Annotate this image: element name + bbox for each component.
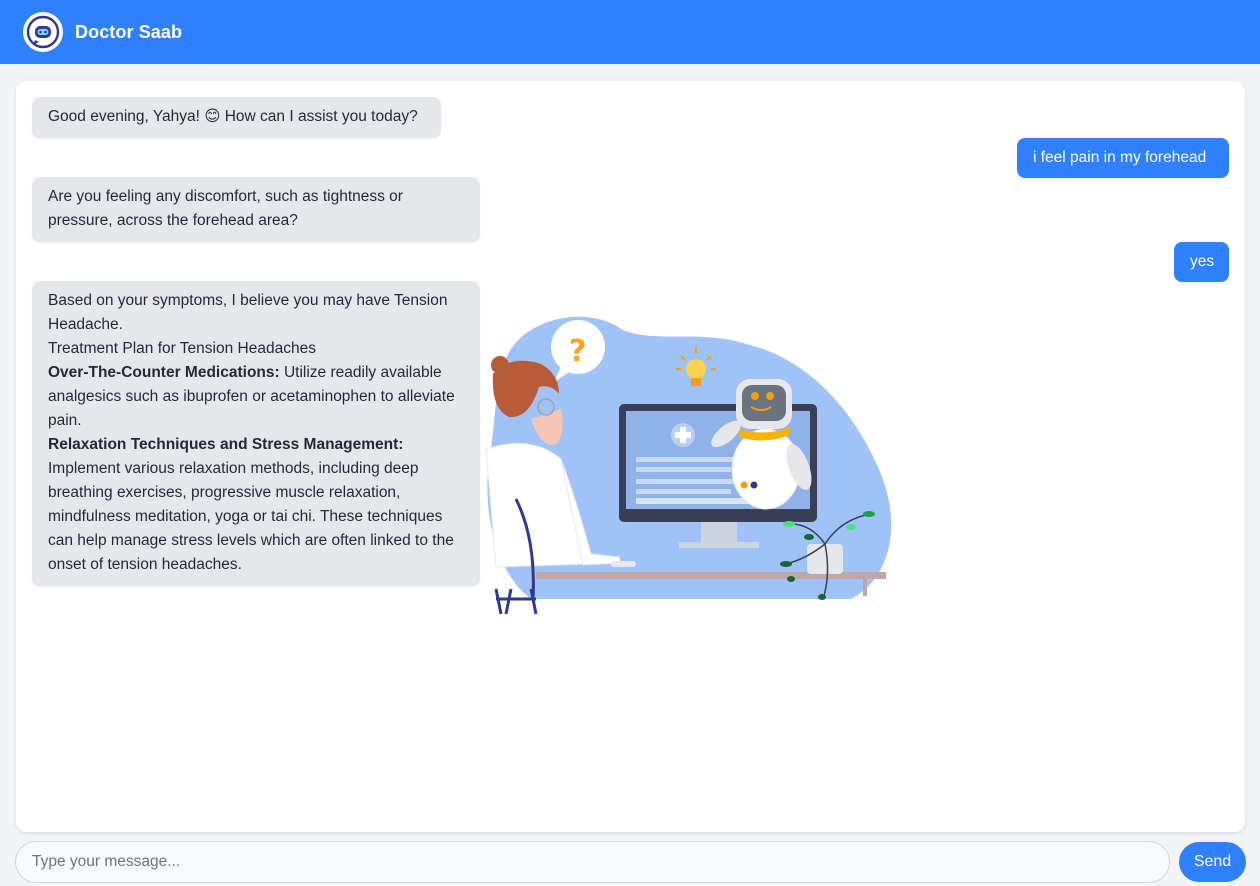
send-button[interactable]: Send xyxy=(1179,842,1246,882)
composer: Send xyxy=(15,841,1246,883)
section-heading: Over-The-Counter Medications: xyxy=(48,364,280,381)
chat-panel[interactable]: ? Good evening, Yahya! 😊 How can I assis… xyxy=(16,81,1245,832)
treatment-section-relaxation-title: Relaxation Techniques and Stress Managem… xyxy=(48,433,464,457)
message-input[interactable] xyxy=(15,841,1170,883)
svg-text:?: ? xyxy=(569,334,586,369)
app-header: Doctor Saab xyxy=(0,0,1260,64)
user-message-text: yes xyxy=(1190,253,1215,270)
section-text: Implement various relaxation methods, in… xyxy=(48,460,454,573)
robot-chat-icon xyxy=(23,12,63,52)
diagnosis-intro: Based on your symptoms, I believe you ma… xyxy=(48,292,448,333)
treatment-plan-title: Treatment Plan for Tension Headaches xyxy=(48,340,316,357)
app-title: Doctor Saab xyxy=(75,21,183,42)
user-message-text: i feel pain in my forehead xyxy=(1033,149,1207,166)
bot-message-text: Are you feeling any discomfort, such as … xyxy=(48,188,403,229)
bot-message-diagnosis: Based on your symptoms, I believe you ma… xyxy=(32,281,480,586)
bot-message: Are you feeling any discomfort, such as … xyxy=(32,177,480,242)
bot-message: Good evening, Yahya! 😊 How can I assist … xyxy=(32,97,441,138)
section-heading: Relaxation Techniques and Stress Managem… xyxy=(48,436,404,453)
doctor-robot-illustration: ? xyxy=(485,316,892,614)
treatment-section-medications: Over-The-Counter Medications: Utilize re… xyxy=(48,361,464,433)
bot-message-text: Good evening, Yahya! 😊 How can I assist … xyxy=(48,108,418,125)
user-message: yes xyxy=(1174,242,1229,282)
user-message: i feel pain in my forehead xyxy=(1017,138,1229,178)
